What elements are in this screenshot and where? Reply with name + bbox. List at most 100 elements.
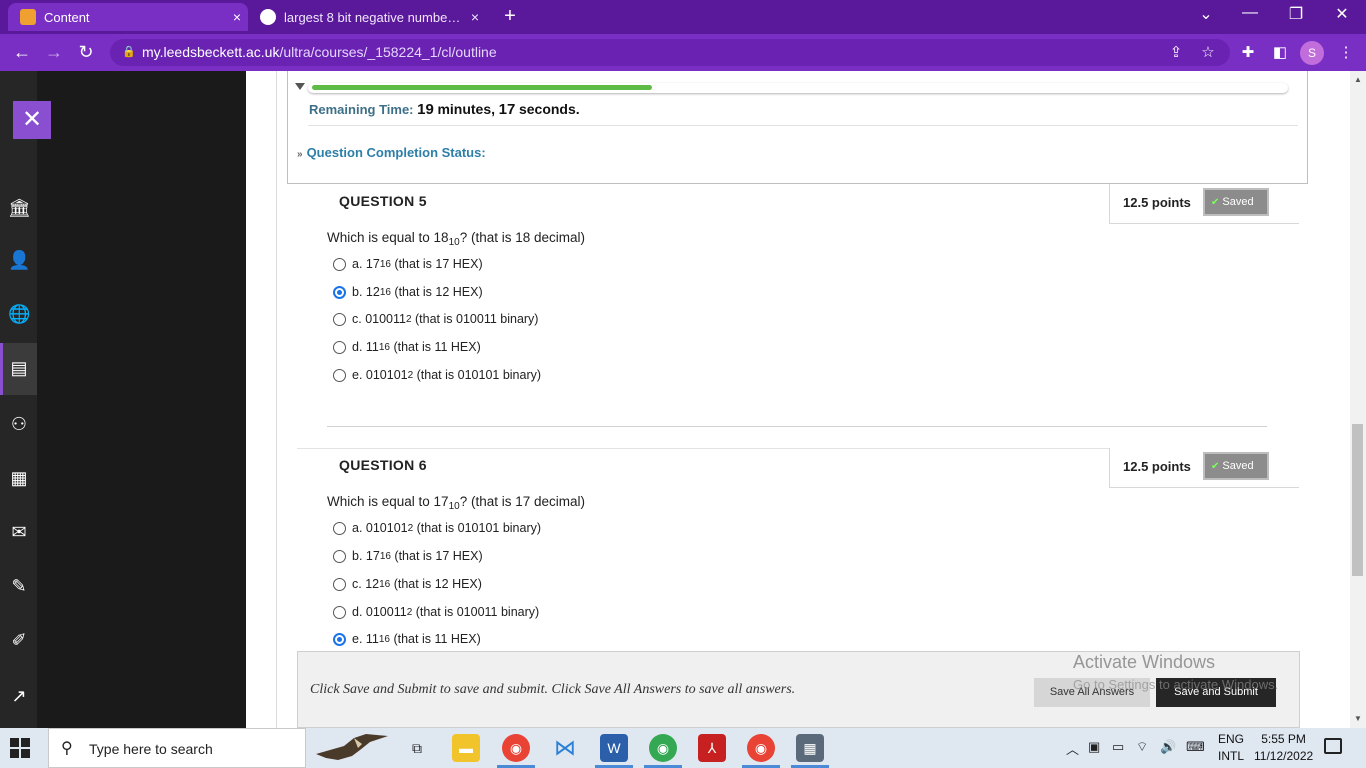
clock-date: 11/12/2022: [1254, 749, 1314, 763]
overlay-backdrop: [37, 71, 246, 728]
option-base: 16: [378, 633, 390, 645]
notifications-icon[interactable]: [1324, 738, 1342, 754]
address-bar[interactable]: 🔒 my.leedsbeckett.ac.uk/ultra/courses/_1…: [110, 39, 1230, 66]
chrome-active-icon[interactable]: ◉: [747, 734, 775, 762]
profile-icon[interactable]: 👤: [8, 249, 30, 271]
close-overlay-button[interactable]: ✕: [13, 101, 51, 139]
radio-button[interactable]: [333, 577, 346, 591]
taskbar-search-box[interactable]: ⚲ Type here to search: [48, 728, 306, 768]
answer-option[interactable]: e. 11 16 (that is 11 HEX): [333, 632, 481, 646]
question-completion-status[interactable]: » Question Completion Status:: [297, 145, 486, 160]
volume-icon[interactable]: 🔊: [1160, 739, 1176, 755]
bookmark-star-icon[interactable]: ☆: [1196, 41, 1220, 65]
question-text: Which is equal to 1710? (that is 17 deci…: [327, 494, 585, 512]
tab-content[interactable]: Content ×: [8, 3, 248, 31]
option-note: (that is 17 HEX): [390, 549, 483, 563]
answer-option[interactable]: d. 010011 2 (that is 010011 binary): [333, 605, 539, 619]
reload-icon[interactable]: ↻: [72, 40, 100, 64]
remaining-time: Remaining Time: 19 minutes, 17 seconds.: [309, 101, 580, 118]
minimize-button[interactable]: —: [1230, 4, 1270, 22]
question-text: Which is equal to 1810? (that is 18 deci…: [327, 230, 585, 248]
forward-arrow-icon[interactable]: →: [40, 40, 68, 64]
option-note: (that is 12 HEX): [390, 577, 482, 591]
answer-option[interactable]: e. 010101 2 (that is 010101 binary): [333, 368, 541, 382]
radio-button[interactable]: [333, 285, 346, 299]
wifi-icon[interactable]: ⌔: [1136, 739, 1148, 755]
option-label: e. 11: [352, 632, 379, 646]
tab-search-icon[interactable]: ⌄: [1186, 4, 1226, 24]
keyboard-layout: INTL: [1218, 749, 1245, 763]
radio-button[interactable]: [333, 312, 346, 326]
acrobat-icon[interactable]: ⅄: [698, 734, 726, 762]
search-placeholder: Type here to search: [89, 741, 213, 757]
radio-button[interactable]: [333, 340, 346, 354]
vscode-icon[interactable]: ⋈: [551, 734, 579, 762]
answer-option[interactable]: c. 010011 2 (that is 010011 binary): [333, 312, 538, 326]
tab-google-search[interactable]: largest 8 bit negative number - G ×: [250, 3, 486, 31]
side-panel-icon[interactable]: ◧: [1268, 41, 1292, 65]
globe-icon[interactable]: 🌐: [8, 303, 30, 325]
answer-option[interactable]: b. 12 16 (that is 12 HEX): [333, 285, 483, 299]
scroll-up-arrow-icon[interactable]: ▲: [1350, 73, 1366, 87]
radio-button[interactable]: [333, 632, 346, 646]
collapse-triangle-icon[interactable]: [295, 83, 305, 90]
institution-icon[interactable]: 🏛: [8, 197, 31, 219]
tray-expand-icon[interactable]: ︿: [1066, 739, 1079, 758]
input-language[interactable]: ENG INTL: [1218, 731, 1244, 765]
answer-option[interactable]: a. 010101 2 (that is 010101 binary): [333, 521, 541, 535]
signout-icon[interactable]: ↗: [8, 685, 30, 707]
radio-button[interactable]: [333, 368, 346, 382]
file-explorer-icon[interactable]: ▬: [452, 734, 480, 762]
grades-icon[interactable]: ✎: [8, 575, 30, 597]
answer-option[interactable]: c. 12 16 (that is 12 HEX): [333, 577, 482, 591]
menu-kebab-icon[interactable]: ⋮: [1334, 41, 1358, 65]
points-panel: 12.5 points ✔ Saved: [1109, 448, 1299, 488]
new-tab-button[interactable]: +: [498, 5, 522, 28]
tab-title: largest 8 bit negative number - G: [284, 9, 464, 25]
radio-button[interactable]: [333, 549, 346, 563]
option-base: 16: [378, 341, 390, 353]
radio-button[interactable]: [333, 521, 346, 535]
completion-status-label: Question Completion Status:: [306, 145, 486, 160]
groups-icon[interactable]: ⚇: [8, 413, 30, 435]
keyboard-icon[interactable]: ⌨: [1186, 739, 1205, 755]
task-view-icon[interactable]: ⧉: [403, 734, 431, 762]
option-label: d. 010011: [352, 605, 407, 619]
chrome-alt-profile-icon[interactable]: ◉: [649, 734, 677, 762]
courses-icon[interactable]: ▤: [8, 357, 30, 379]
radio-button[interactable]: [333, 257, 346, 271]
messages-icon[interactable]: ✉: [8, 521, 30, 543]
scrollbar-thumb[interactable]: [1352, 424, 1363, 576]
question-text-main: Which is equal to 17: [327, 494, 449, 509]
remaining-seconds: 17: [498, 101, 516, 118]
windows-start-icon[interactable]: [10, 738, 32, 758]
close-window-button[interactable]: ✕: [1322, 4, 1362, 24]
option-label: d. 11: [352, 340, 379, 354]
calculator-icon[interactable]: ▦: [796, 734, 824, 762]
chrome-profile-icon[interactable]: ◉: [502, 734, 530, 762]
word-icon[interactable]: W: [600, 734, 628, 762]
back-arrow-icon[interactable]: ←: [8, 40, 36, 64]
restore-button[interactable]: ❐: [1276, 4, 1316, 24]
system-clock[interactable]: 5:55 PM 11/12/2022: [1254, 731, 1313, 765]
profile-avatar[interactable]: S: [1300, 41, 1324, 65]
tab-close-icon[interactable]: ×: [226, 9, 248, 25]
option-note: (that is 010101 binary): [413, 368, 542, 382]
extensions-puzzle-icon[interactable]: ✚: [1236, 41, 1260, 65]
tools-icon[interactable]: ✐: [8, 629, 30, 651]
tab-close-icon[interactable]: ×: [464, 9, 486, 25]
page-scrollbar[interactable]: [1350, 71, 1366, 728]
answer-option[interactable]: a. 17 16 (that is 17 HEX): [333, 257, 483, 271]
radio-button[interactable]: [333, 605, 346, 619]
share-icon[interactable]: ⇪: [1164, 41, 1188, 65]
battery-icon[interactable]: ▭: [1112, 739, 1124, 755]
url-path: /ultra/courses/_158224_1/cl/outline: [279, 44, 497, 60]
answer-option[interactable]: b. 17 16 (that is 17 HEX): [333, 549, 483, 563]
scroll-down-arrow-icon[interactable]: ▼: [1350, 712, 1366, 726]
answer-option[interactable]: d. 11 16 (that is 11 HEX): [333, 340, 481, 354]
question-divider: [327, 426, 1267, 427]
calendar-icon[interactable]: ▦: [8, 467, 30, 489]
language-code: ENG: [1218, 732, 1245, 746]
tray-app-icon[interactable]: ▣: [1088, 739, 1100, 755]
content-gutter: [246, 71, 278, 728]
